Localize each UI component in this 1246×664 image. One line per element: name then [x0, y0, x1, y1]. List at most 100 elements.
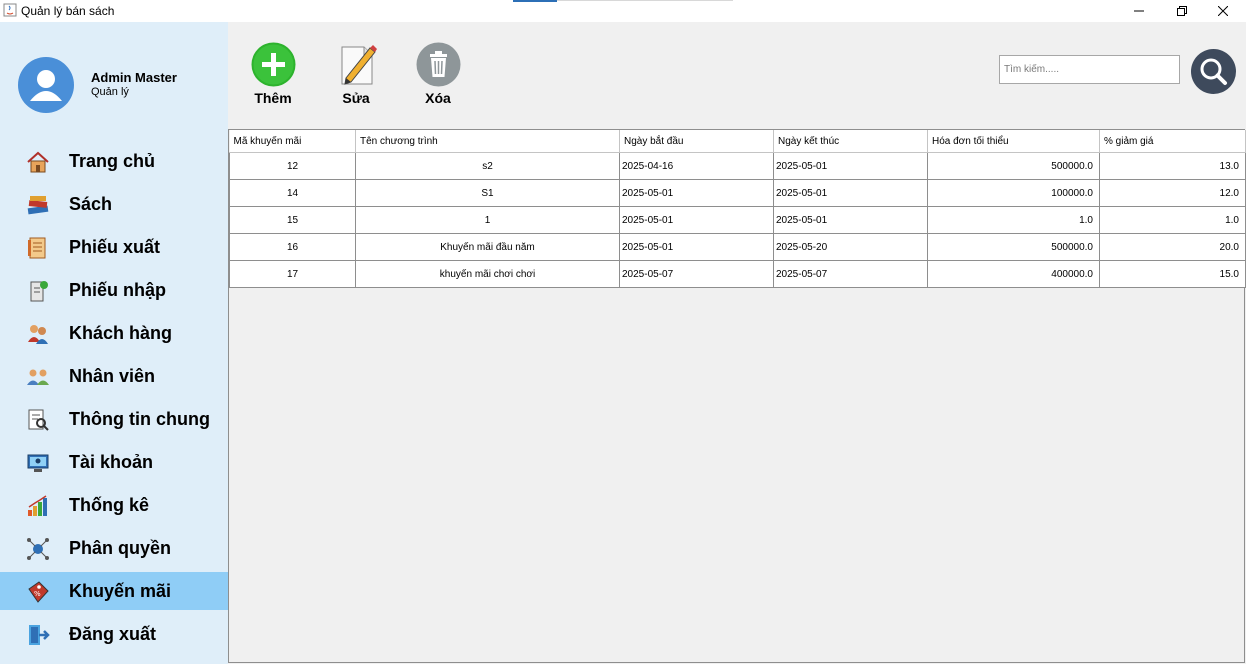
sidebar-item-label: Phiếu xuất — [69, 237, 161, 257]
sidebar-item-label: Sách — [69, 194, 113, 214]
column-header-min-invoice[interactable]: Hóa đơn tối thiểu — [927, 130, 1100, 153]
general-info-icon — [28, 409, 49, 431]
cell-promo-id[interactable]: 15 — [229, 206, 356, 234]
sidebar: Admin Master Quản lý Trang chủ Sách Phiế… — [0, 22, 228, 664]
title-accent — [513, 0, 557, 2]
customers-icon — [28, 325, 48, 344]
cell-start-date[interactable]: 2025-05-01 — [619, 206, 774, 234]
column-header-promo-id[interactable]: Mã khuyến mãi — [229, 130, 356, 153]
sidebar-item-label: Phân quyền — [69, 538, 172, 558]
cell-program-name[interactable]: Khuyến mãi đầu năm — [355, 233, 620, 261]
avatar — [18, 57, 74, 113]
cell-promo-id[interactable]: 12 — [229, 152, 356, 180]
table-row[interactable]: 14 S1 2025-05-01 2025-05-01 100000.0 12.… — [229, 179, 1246, 207]
cell-end-date[interactable]: 2025-05-01 — [773, 179, 928, 207]
table-row[interactable]: 12 s2 2025-04-16 2025-05-01 500000.0 13.… — [229, 152, 1246, 180]
cell-promo-id[interactable]: 16 — [229, 233, 356, 261]
column-header-start-date[interactable]: Ngày bắt đầu — [619, 130, 774, 153]
plus-icon — [251, 42, 296, 87]
sidebar-item-employees[interactable]: Nhân viên — [0, 357, 228, 395]
window-title: Quản lý bán sách — [21, 4, 115, 18]
cell-promo-id[interactable]: 17 — [229, 260, 356, 288]
sidebar-item-customers[interactable]: Khách hàng — [0, 314, 228, 352]
cell-program-name[interactable]: khuyến mãi chơi chơi — [355, 260, 620, 288]
cell-program-name[interactable]: s2 — [355, 152, 620, 180]
edit-button[interactable]: Sửa — [321, 40, 391, 110]
cell-start-date[interactable]: 2025-05-01 — [619, 233, 774, 261]
column-header-discount-percent[interactable]: % giảm giá — [1099, 130, 1246, 153]
cell-discount-percent[interactable]: 12.0 — [1099, 179, 1246, 207]
sidebar-item-label: Thống kê — [69, 495, 149, 515]
cell-end-date[interactable]: 2025-05-20 — [773, 233, 928, 261]
user-avatar-icon — [30, 70, 62, 101]
cell-program-name[interactable]: 1 — [355, 206, 620, 234]
cell-discount-percent[interactable]: 15.0 — [1099, 260, 1246, 288]
sidebar-item-account[interactable]: Tài khoản — [0, 443, 228, 481]
import-slip-icon — [30, 281, 48, 302]
search-input[interactable] — [999, 55, 1180, 84]
cell-discount-percent[interactable]: 20.0 — [1099, 233, 1246, 261]
edit-button-label: Sửa — [342, 90, 370, 106]
promotions-table: Mã khuyến mãi Tên chương trình Ngày bắt … — [229, 130, 1246, 288]
books-icon — [27, 196, 49, 215]
table-row[interactable]: 17 khuyến mãi chơi chơi 2025-05-07 2025-… — [229, 260, 1246, 288]
restore-icon — [1177, 6, 1187, 16]
cell-program-name[interactable]: S1 — [355, 179, 620, 207]
promotion-icon: % — [28, 581, 49, 603]
trash-icon — [416, 42, 461, 87]
delete-button-label: Xóa — [425, 90, 451, 106]
sidebar-item-label: Đăng xuất — [69, 624, 157, 644]
table-row[interactable]: 15 1 2025-05-01 2025-05-01 1.0 1.0 — [229, 206, 1246, 234]
search-button[interactable] — [1191, 49, 1236, 94]
restore-button[interactable] — [1159, 0, 1205, 22]
cell-min-invoice[interactable]: 1.0 — [927, 206, 1100, 234]
sidebar-item-logout[interactable]: Đăng xuất — [0, 615, 228, 653]
table-header-row: Mã khuyến mãi Tên chương trình Ngày bắt … — [229, 130, 1246, 153]
cell-end-date[interactable]: 2025-05-07 — [773, 260, 928, 288]
table-row[interactable]: 16 Khuyến mãi đầu năm 2025-05-01 2025-05… — [229, 233, 1246, 261]
logout-icon — [29, 625, 50, 645]
sidebar-item-label: Tài khoản — [69, 452, 154, 472]
statistics-icon — [28, 495, 47, 516]
sidebar-item-general-info[interactable]: Thông tin chung — [0, 400, 228, 438]
add-button[interactable]: Thêm — [238, 40, 308, 110]
cell-start-date[interactable]: 2025-05-07 — [619, 260, 774, 288]
column-header-program-name[interactable]: Tên chương trình — [355, 130, 620, 153]
employees-icon — [27, 369, 49, 385]
cell-promo-id[interactable]: 14 — [229, 179, 356, 207]
export-slip-icon — [28, 237, 46, 259]
sidebar-item-books[interactable]: Sách — [0, 185, 228, 223]
sidebar-item-label: Khách hàng — [69, 323, 173, 343]
cell-start-date[interactable]: 2025-05-01 — [619, 179, 774, 207]
sidebar-item-permissions[interactable]: Phân quyền — [0, 529, 228, 567]
pencil-paper-icon — [341, 45, 377, 85]
close-button[interactable] — [1200, 0, 1246, 22]
column-header-end-date[interactable]: Ngày kết thúc — [773, 130, 928, 153]
permissions-icon — [27, 538, 49, 560]
cell-min-invoice[interactable]: 500000.0 — [927, 152, 1100, 180]
java-app-icon — [3, 3, 17, 17]
cell-min-invoice[interactable]: 500000.0 — [927, 233, 1100, 261]
sidebar-item-label: Phiếu nhập — [69, 280, 167, 300]
sidebar-item-label: Nhân viên — [69, 366, 156, 386]
cell-discount-percent[interactable]: 1.0 — [1099, 206, 1246, 234]
sidebar-item-home[interactable]: Trang chủ — [0, 142, 228, 180]
sidebar-item-export-slip[interactable]: Phiếu xuất — [0, 228, 228, 266]
user-role: Quản lý — [91, 86, 129, 98]
cell-start-date[interactable]: 2025-04-16 — [619, 152, 774, 180]
sidebar-item-promotion[interactable]: % Khuyến mãi — [0, 572, 228, 610]
minimize-icon — [1134, 10, 1144, 12]
home-icon — [27, 151, 49, 173]
cell-min-invoice[interactable]: 100000.0 — [927, 179, 1100, 207]
sidebar-item-statistics[interactable]: Thống kê — [0, 486, 228, 524]
cell-discount-percent[interactable]: 13.0 — [1099, 152, 1246, 180]
delete-button[interactable]: Xóa — [403, 40, 473, 110]
cell-end-date[interactable]: 2025-05-01 — [773, 152, 928, 180]
cell-min-invoice[interactable]: 400000.0 — [927, 260, 1100, 288]
svg-text:%: % — [34, 590, 41, 598]
sidebar-item-import-slip[interactable]: Phiếu nhập — [0, 271, 228, 309]
minimize-button[interactable] — [1116, 0, 1162, 22]
user-name: Admin Master — [91, 70, 177, 85]
add-button-label: Thêm — [254, 90, 292, 106]
cell-end-date[interactable]: 2025-05-01 — [773, 206, 928, 234]
